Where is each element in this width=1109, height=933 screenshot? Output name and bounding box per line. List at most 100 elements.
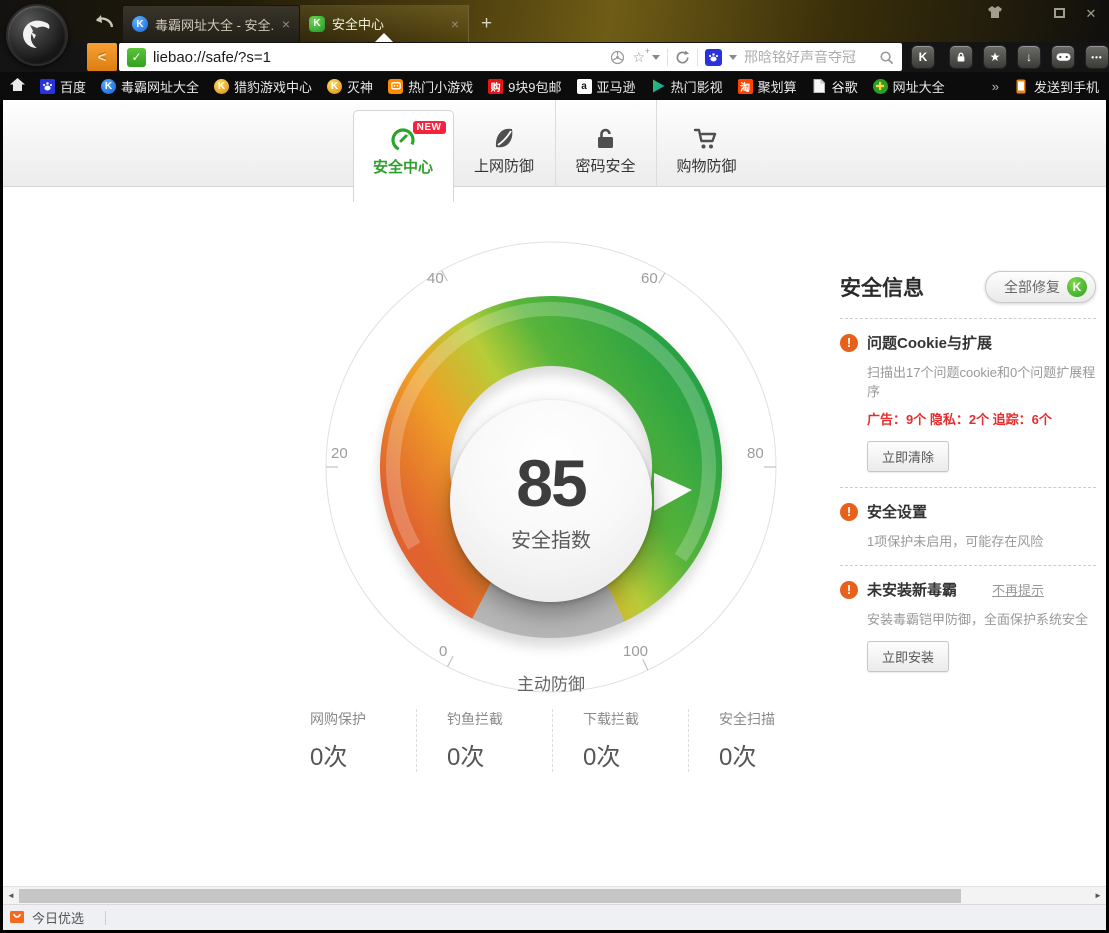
address-toolbar: < ✓ liebao://safe/?s=1 ☆+ K: [0, 42, 1109, 72]
tab-password-security[interactable]: 密码安全: [555, 100, 656, 186]
back-button[interactable]: <: [87, 43, 117, 71]
tab-title: 安全中心: [332, 14, 444, 33]
tab-web-defense[interactable]: 上网防御: [454, 100, 555, 186]
new-tab-button[interactable]: +: [468, 5, 504, 42]
security-info-panel: 安全信息 全部修复 K ! 问题Cookie与扩展 扫描出17个问题cookie…: [840, 271, 1096, 672]
browser-tab-security-center[interactable]: K 安全中心 ×: [300, 5, 468, 42]
bookmark-minigames[interactable]: 热门小游戏: [388, 77, 473, 96]
tick-60: 60: [641, 270, 658, 287]
privacy-lock-button[interactable]: [949, 45, 973, 69]
browser-tabs: K 毒霸网址大全 - 安全... × K 安全中心 × +: [122, 5, 504, 42]
phone-icon: [1014, 79, 1029, 94]
k-blue-circle-icon: K: [101, 79, 116, 94]
install-now-button[interactable]: 立即安装: [867, 641, 949, 672]
site-wheel-icon[interactable]: [610, 50, 625, 65]
send-to-phone[interactable]: 发送到手机: [1014, 77, 1099, 96]
security-score: 85: [516, 450, 585, 516]
games-gamepad-button[interactable]: [1051, 45, 1075, 69]
protection-stats: 网购保护 0次 钓鱼拦截 0次 下载拦截 0次 安全扫描 0次: [280, 709, 824, 772]
stat-download-block: 下载拦截 0次: [552, 709, 688, 772]
window-controls: ✕: [987, 5, 1099, 22]
history-back-icon[interactable]: [92, 12, 114, 35]
warning-icon: !: [840, 581, 858, 599]
tick-40: 40: [427, 270, 444, 287]
red-square-icon: 购: [488, 79, 503, 94]
browser-tab-duba[interactable]: K 毒霸网址大全 - 安全... ×: [122, 5, 300, 42]
tab-shopping-defense[interactable]: 购物防御: [656, 100, 757, 186]
search-engine-dropdown-icon[interactable]: [729, 55, 737, 60]
url-text[interactable]: liebao://safe/?s=1: [153, 49, 271, 66]
favorites-star-button[interactable]: ★: [983, 45, 1007, 69]
page-icon: [812, 79, 827, 94]
theme-skin-icon[interactable]: [987, 5, 1003, 22]
taobao-square-icon: 淘: [738, 79, 753, 94]
toolbar-buttons: K ★ ↓ •••: [911, 45, 1109, 69]
bookmark-juhuasuan[interactable]: 淘 聚划算: [738, 77, 797, 96]
gauge-center: 85 安全指数: [450, 400, 652, 602]
horizontal-scrollbar[interactable]: ◄ ►: [3, 886, 1106, 904]
stat-shopping-protect: 网购保护 0次: [280, 709, 416, 772]
tab-security-center[interactable]: NEW 安全中心: [353, 110, 454, 202]
warning-icon: !: [840, 503, 858, 521]
play-triangle-icon: [651, 79, 666, 94]
more-menu-button[interactable]: •••: [1085, 45, 1109, 69]
downloads-button[interactable]: ↓: [1017, 45, 1041, 69]
game-bubble-icon: [388, 79, 403, 94]
bookmark-videos[interactable]: 热门影视: [651, 77, 723, 96]
security-score-label: 安全指数: [511, 524, 591, 553]
tick-100: 100: [623, 643, 648, 660]
scroll-right-icon[interactable]: ►: [1090, 891, 1106, 900]
k-green-icon: K: [1067, 277, 1087, 297]
gauge-caption: 主动防御: [323, 670, 779, 695]
search-magnifier-icon[interactable]: [879, 50, 894, 65]
cart-icon: [657, 123, 757, 155]
bookmark-game-center[interactable]: K 猎豹游戏中心: [214, 77, 312, 96]
bookmark-wangzhi[interactable]: ✚ 网址大全: [873, 77, 945, 96]
k-gold-circle-icon: K: [214, 79, 229, 94]
tick-20: 20: [331, 445, 348, 462]
bookmark-google[interactable]: 谷歌: [812, 77, 858, 96]
tab-close-icon[interactable]: ×: [451, 16, 459, 32]
favorite-dropdown-icon[interactable]: [652, 55, 660, 60]
bookmark-baidu[interactable]: 百度: [40, 77, 86, 96]
tick-80: 80: [747, 445, 764, 462]
active-tab-pointer: [375, 33, 393, 42]
url-bar[interactable]: ✓ liebao://safe/?s=1 ☆+: [119, 43, 902, 71]
panel-title: 安全信息: [840, 272, 924, 302]
daily-picks-label[interactable]: 今日优选: [32, 908, 84, 927]
tick-0: 0: [439, 643, 447, 660]
bookmark-amazon[interactable]: a 亚马逊: [577, 77, 636, 96]
bookmarks-bar: 百度 K 毒霸网址大全 K 猎豹游戏中心 K 灭神 热门小游戏 购 9块9包邮 …: [0, 72, 1109, 100]
baidu-search-icon[interactable]: [705, 49, 722, 66]
bookmark-mieshen[interactable]: K 灭神: [327, 77, 373, 96]
home-icon[interactable]: [10, 78, 25, 94]
tab-close-icon[interactable]: ×: [282, 16, 290, 32]
dismiss-link[interactable]: 不再提示: [992, 580, 1044, 599]
bookmarks-overflow-icon[interactable]: »: [992, 79, 999, 94]
page-content: NEW 安全中心 上网防御 密码安全: [3, 100, 1106, 886]
site-safe-icon: ✓: [127, 48, 146, 67]
bookmark-9kuai9[interactable]: 购 9块9包邮: [488, 77, 561, 96]
add-favorite-icon[interactable]: ☆+: [632, 49, 645, 66]
search-input[interactable]: [744, 49, 872, 65]
liebao-logo-icon[interactable]: [6, 4, 68, 66]
security-nav-tabs: NEW 安全中心 上网防御 密码安全: [3, 100, 1106, 187]
scrollbar-thumb[interactable]: [19, 889, 961, 903]
clean-now-button[interactable]: 立即清除: [867, 441, 949, 472]
green-circle-plus-icon: ✚: [873, 79, 888, 94]
tab-favicon-blue-k: K: [132, 16, 148, 32]
security-dashboard: 0 20 40 60 80 100 85 安全指数 主动防御 网购保护 0次: [3, 187, 1106, 885]
k-gold-circle-icon: K: [327, 79, 342, 94]
refresh-icon[interactable]: [675, 50, 690, 65]
fix-all-button[interactable]: 全部修复 K: [985, 271, 1096, 303]
issue-detail-red: 广告：9个 隐私：2个 追踪：6个: [867, 409, 1096, 428]
maximize-button[interactable]: [1051, 6, 1067, 21]
issue-duba-not-installed: ! 未安装新毒霸 不再提示 安装毒霸铠甲防御，全面保护系统安全 立即安装: [840, 579, 1096, 672]
status-bar: 今日优选: [3, 904, 1106, 930]
duba-k-button[interactable]: K: [911, 45, 935, 69]
bookmark-duba[interactable]: K 毒霸网址大全: [101, 77, 199, 96]
scroll-left-icon[interactable]: ◄: [3, 891, 19, 900]
warning-icon: !: [840, 334, 858, 352]
close-button[interactable]: ✕: [1083, 6, 1099, 22]
new-badge: NEW: [413, 121, 446, 134]
